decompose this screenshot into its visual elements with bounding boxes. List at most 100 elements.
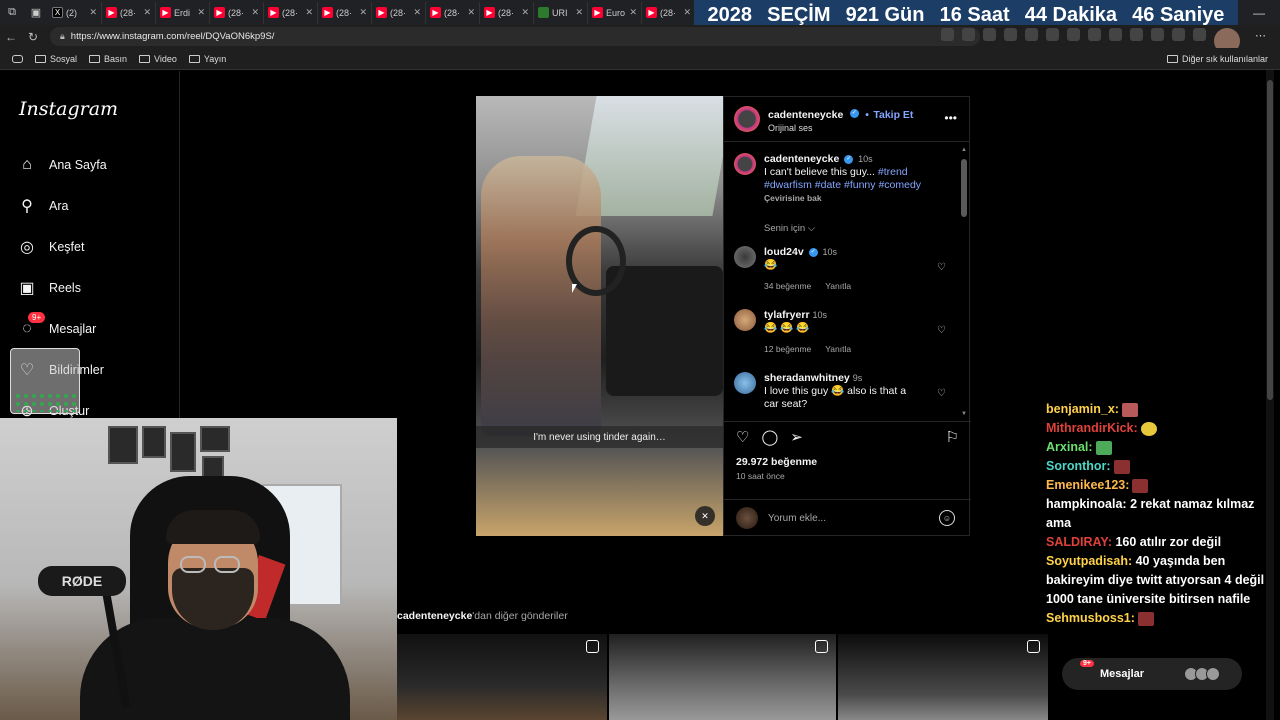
hashtag-link[interactable]: #dwarfism [764,179,812,191]
page-scroll-thumb[interactable] [1267,80,1273,400]
close-tab-icon[interactable]: ✕ [521,7,529,18]
extensions-puzzle-icon[interactable] [1130,28,1143,41]
author-avatar[interactable] [734,153,756,175]
browser-tab[interactable]: ▶ (28· ✕ [210,1,264,24]
comments-list[interactable]: cadenteneycke ✓ 10s I can't believe this… [724,143,960,419]
sort-comments-dropdown[interactable]: Senin için ⌵ [734,223,950,234]
comment-likes[interactable]: 12 beğenme [764,343,811,356]
save-bookmark-icon[interactable]: ⚐ [946,428,959,446]
more-post-thumbnail[interactable] [397,634,607,720]
close-tab-icon[interactable]: ✕ [251,7,259,18]
share-send-icon[interactable]: ➢ [790,428,803,446]
more-post-thumbnail[interactable] [609,634,836,720]
zoom-icon[interactable] [962,28,975,41]
comment-username[interactable]: tylafryerr [764,309,810,321]
chat-username[interactable]: Arxinal: [1046,440,1093,454]
other-bookmarks[interactable]: Diğer sık kullanılanlar [1166,54,1268,64]
more-options-icon[interactable]: ⋯ [1255,29,1266,42]
extension-icon[interactable] [1025,28,1038,41]
bookmark-folder[interactable]: Sosyal [35,54,77,64]
comment-like-heart-icon[interactable]: ♡ [937,325,946,336]
scroll-up-icon[interactable]: ▲ [961,147,967,153]
close-tab-icon[interactable]: ✕ [359,7,367,18]
comment-username[interactable]: sheradanwhitney [764,372,850,384]
comment-username[interactable]: loud24v [764,246,804,258]
refresh-icon[interactable]: ↻ [22,30,44,44]
comment-like-heart-icon[interactable]: ♡ [937,262,946,273]
window-controls[interactable]: — [1238,0,1280,25]
reply-button[interactable]: Yanıtla [825,280,851,293]
close-tab-icon[interactable]: ✕ [413,7,421,18]
close-tab-icon[interactable]: ✕ [305,7,313,18]
close-tab-icon[interactable]: ✕ [629,7,637,18]
messages-popup[interactable]: 9+ Mesajlar [1062,658,1242,690]
browser-tab[interactable]: ▶ (28· ✕ [480,1,534,24]
favorite-star-icon[interactable] [1004,28,1017,41]
sidebar-item-messenger[interactable]: ◌ 9+ Mesajlar [17,312,96,339]
browser-tab[interactable]: ▶ (28· ✕ [372,1,426,24]
chat-username[interactable]: Emenikee123: [1046,478,1129,492]
app-available-icon[interactable] [941,28,954,41]
extension-icon[interactable] [1046,28,1059,41]
like-heart-icon[interactable]: ♡ [736,428,749,446]
extension-icon[interactable] [1088,28,1101,41]
close-tab-icon[interactable]: ✕ [467,7,475,18]
follow-button[interactable]: Takip Et [873,109,913,121]
chat-username[interactable]: SALDIRAY: [1046,535,1112,549]
bookmark-folder[interactable]: Basın [89,54,127,64]
reel-video[interactable]: I'm never using tinder again… ✕ [476,96,723,536]
add-comment-input[interactable]: Yorum ekle... [768,513,826,524]
back-icon[interactable]: ← [0,30,22,44]
hashtag-link[interactable]: #trend [878,166,908,178]
sidebar-item-reels[interactable]: ▣ Reels [17,278,81,298]
close-tab-icon[interactable]: ✕ [143,7,151,18]
author-username[interactable]: cadenteneycke [768,109,843,121]
more-post-thumbnail[interactable] [838,634,1048,720]
hashtag-link[interactable]: #date [815,179,841,191]
instagram-logo[interactable]: Instagram [19,98,118,120]
audio-label[interactable]: Orijinal ses [768,123,913,133]
sidebar-item-compass[interactable]: ◎ Keşfet [17,237,84,257]
extension-icon[interactable] [1109,28,1122,41]
chat-username[interactable]: Sehmusboss1: [1046,611,1135,625]
close-tab-icon[interactable]: ✕ [89,7,97,18]
browser-tab[interactable]: ▶ (28· ✕ [642,1,696,24]
browser-tab[interactable]: ▶ Euro ✕ [588,1,642,24]
bookmark-folder[interactable]: Video [139,54,177,64]
read-aloud-icon[interactable] [983,28,996,41]
page-scrollbar[interactable] [1266,70,1274,720]
see-translation-link[interactable]: Çevirisine bak [764,192,921,205]
comment-like-heart-icon[interactable]: ♡ [937,388,946,399]
comments-scrollbar[interactable]: ▲ ▼ [961,147,967,417]
browser-tab[interactable]: URI ✕ [534,1,588,24]
caption-username[interactable]: cadenteneycke [764,153,839,165]
comment-likes[interactable]: 34 beğenme [764,280,811,293]
reply-button[interactable]: Yanıtla [825,343,851,356]
more-options-icon[interactable]: ••• [944,111,957,125]
reading-list-icon[interactable] [12,54,23,63]
favorites-icon[interactable] [1172,28,1185,41]
more-posts-user[interactable]: cadenteneycke [397,610,472,622]
split-screen-icon[interactable] [1151,28,1164,41]
comment-bubble-icon[interactable]: ◯ [761,428,778,446]
author-avatar[interactable] [734,106,760,132]
emoji-smile-icon[interactable]: ☺ [939,510,955,526]
url-field[interactable]: 🔒︎ https://www.instagram.com/reel/DQVaON… [50,27,980,46]
browser-tab[interactable]: ▶ Erdi ✕ [156,1,210,24]
mute-icon[interactable]: ✕ [695,506,715,526]
extension-icon[interactable] [1067,28,1080,41]
close-tab-icon[interactable]: ✕ [197,7,205,18]
commenter-avatar[interactable] [734,309,756,331]
hashtag-link[interactable]: #comedy [878,179,921,191]
commenter-avatar[interactable] [734,372,756,394]
like-count[interactable]: 29.972 beğenme [736,456,817,468]
close-tab-icon[interactable]: ✕ [575,7,583,18]
chat-username[interactable]: benjamin_x: [1046,402,1119,416]
browser-tab[interactable]: ▶ (28· ✕ [102,1,156,24]
commenter-avatar[interactable] [734,246,756,268]
hashtag-link[interactable]: #funny [844,179,876,191]
workspaces-icon[interactable]: ⧉ [0,0,24,25]
browser-tab[interactable]: ▶ (28· ✕ [264,1,318,24]
browser-tab[interactable]: ▶ (28· ✕ [426,1,480,24]
chat-username[interactable]: hampkinoala: [1046,497,1127,511]
